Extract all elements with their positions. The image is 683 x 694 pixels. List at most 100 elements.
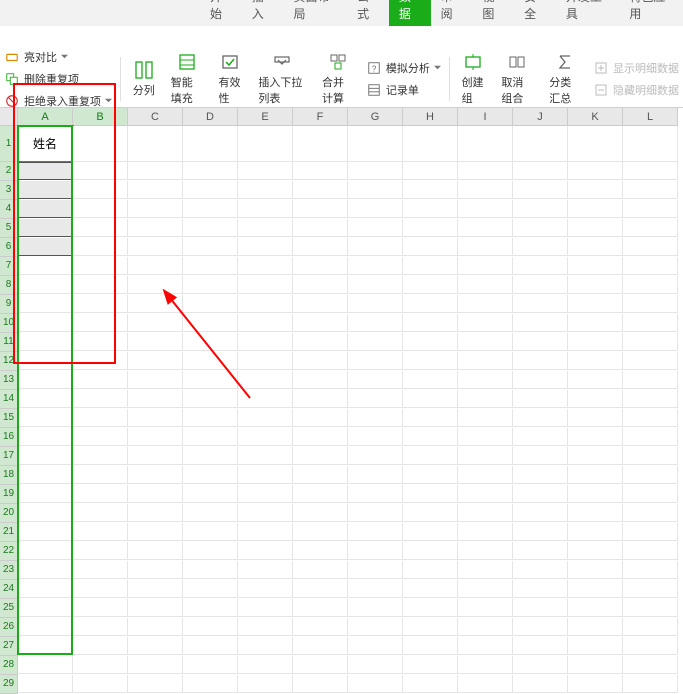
cell[interactable]	[18, 466, 73, 484]
cell[interactable]	[623, 580, 678, 598]
cell[interactable]	[403, 599, 458, 617]
cell[interactable]	[293, 447, 348, 465]
cell[interactable]	[293, 371, 348, 389]
cell[interactable]	[18, 295, 73, 313]
col-header-A[interactable]: A	[18, 108, 73, 126]
cell[interactable]	[348, 371, 403, 389]
row-header[interactable]: 25	[0, 599, 18, 618]
cell[interactable]	[403, 656, 458, 674]
cell[interactable]	[18, 276, 73, 294]
cell[interactable]	[128, 485, 183, 503]
cell[interactable]	[458, 485, 513, 503]
cell[interactable]	[403, 200, 458, 218]
cell[interactable]	[623, 618, 678, 636]
cell[interactable]	[403, 126, 458, 162]
cell[interactable]	[623, 504, 678, 522]
col-header-K[interactable]: K	[568, 108, 623, 126]
col-header-B[interactable]: B	[73, 108, 128, 126]
cell[interactable]	[293, 276, 348, 294]
cell[interactable]	[18, 618, 73, 636]
validity-button[interactable]: 有效性	[215, 49, 247, 108]
cell[interactable]	[238, 238, 293, 256]
cell[interactable]	[623, 656, 678, 674]
row-header[interactable]: 10	[0, 314, 18, 333]
cell[interactable]	[18, 257, 73, 275]
tab-security[interactable]: 安全	[514, 0, 556, 26]
cell[interactable]	[128, 276, 183, 294]
cell[interactable]	[623, 428, 678, 446]
cell[interactable]	[623, 238, 678, 256]
cell[interactable]	[238, 200, 293, 218]
cell[interactable]	[18, 181, 73, 199]
cell[interactable]	[238, 390, 293, 408]
cell[interactable]	[623, 276, 678, 294]
cell[interactable]	[128, 390, 183, 408]
row-header[interactable]: 18	[0, 466, 18, 485]
cell[interactable]	[128, 333, 183, 351]
cell[interactable]	[568, 276, 623, 294]
cell[interactable]	[18, 523, 73, 541]
cell[interactable]	[348, 599, 403, 617]
cell[interactable]	[128, 561, 183, 579]
cell[interactable]	[183, 656, 238, 674]
cell[interactable]	[183, 523, 238, 541]
select-all-corner[interactable]	[0, 108, 18, 126]
cell[interactable]	[128, 466, 183, 484]
cell[interactable]	[568, 561, 623, 579]
cell[interactable]	[128, 238, 183, 256]
cell[interactable]	[238, 599, 293, 617]
cell[interactable]	[348, 409, 403, 427]
cell[interactable]	[403, 390, 458, 408]
cell[interactable]	[513, 276, 568, 294]
cell[interactable]	[293, 656, 348, 674]
cell[interactable]	[403, 219, 458, 237]
cell[interactable]	[568, 409, 623, 427]
cell[interactable]	[403, 675, 458, 693]
cell[interactable]	[183, 390, 238, 408]
cell[interactable]	[458, 428, 513, 446]
cell[interactable]	[293, 466, 348, 484]
cell[interactable]	[128, 371, 183, 389]
cell[interactable]	[403, 276, 458, 294]
cell[interactable]	[18, 390, 73, 408]
cell[interactable]	[568, 352, 623, 370]
cell[interactable]	[183, 371, 238, 389]
cell[interactable]	[293, 314, 348, 332]
cell[interactable]	[18, 542, 73, 560]
cell[interactable]	[458, 618, 513, 636]
cell[interactable]	[403, 637, 458, 655]
cell[interactable]	[513, 181, 568, 199]
cell[interactable]	[403, 447, 458, 465]
cell[interactable]	[568, 162, 623, 180]
row-header[interactable]: 28	[0, 656, 18, 675]
cell[interactable]	[458, 523, 513, 541]
cell[interactable]	[403, 466, 458, 484]
cell[interactable]	[458, 390, 513, 408]
cell[interactable]	[403, 314, 458, 332]
cell[interactable]	[623, 637, 678, 655]
cell[interactable]	[623, 561, 678, 579]
cell[interactable]	[73, 352, 128, 370]
cell[interactable]	[18, 561, 73, 579]
cell[interactable]	[238, 428, 293, 446]
cell[interactable]	[293, 675, 348, 693]
cell[interactable]	[568, 314, 623, 332]
cell[interactable]	[18, 637, 73, 655]
cell[interactable]	[568, 371, 623, 389]
tab-special[interactable]: 特色应用	[619, 0, 683, 26]
cell[interactable]	[238, 219, 293, 237]
cell[interactable]	[458, 219, 513, 237]
cell[interactable]	[183, 599, 238, 617]
cell[interactable]	[183, 238, 238, 256]
cell[interactable]	[403, 485, 458, 503]
cell[interactable]	[458, 162, 513, 180]
cell[interactable]	[18, 238, 73, 256]
cell[interactable]	[128, 409, 183, 427]
cell[interactable]	[568, 181, 623, 199]
cell[interactable]	[238, 126, 293, 162]
cell[interactable]	[183, 447, 238, 465]
cell[interactable]	[403, 162, 458, 180]
cell[interactable]	[403, 542, 458, 560]
cell[interactable]	[348, 352, 403, 370]
cell[interactable]	[293, 162, 348, 180]
